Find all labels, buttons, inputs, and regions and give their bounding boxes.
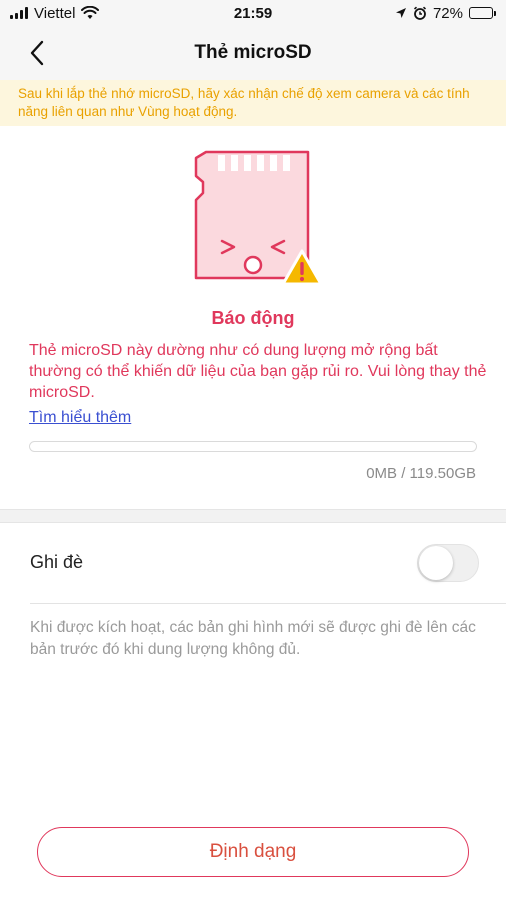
overwrite-label: Ghi đè [30, 552, 84, 572]
page-title: Thẻ microSD [194, 42, 312, 63]
overwrite-toggle[interactable] [417, 544, 479, 582]
section-divider [0, 509, 506, 523]
row-divider [30, 603, 506, 604]
navigation-bar: Thẻ microSD [0, 26, 506, 80]
alarm-icon [413, 6, 427, 20]
format-button[interactable]: Định dạng [37, 827, 469, 877]
learn-more-link[interactable]: Tìm hiểu thêm [29, 409, 131, 427]
overwrite-description: Khi được kích hoạt, các bản ghi hình mới… [30, 619, 476, 658]
storage-progress-bar [29, 441, 477, 452]
overwrite-setting-row: Ghi đè [0, 524, 506, 604]
status-bar-right: 72% [395, 5, 496, 22]
status-bar: Viettel 21:59 72% [0, 0, 506, 26]
carrier-name: Viettel [34, 4, 76, 22]
toggle-knob [419, 546, 453, 580]
info-banner: Sau khi lắp thẻ nhớ microSD, hãy xác nhậ… [0, 80, 506, 126]
microsd-card-icon [194, 150, 323, 286]
location-arrow-icon [395, 8, 406, 18]
status-bar-left: Viettel [10, 4, 100, 22]
battery-icon [469, 7, 496, 19]
storage-usage-text: 0MB / 119.50GB [366, 465, 476, 482]
signal-icon [10, 7, 28, 19]
alert-message: Thẻ microSD này dường như có dung lượng … [29, 342, 487, 401]
back-button[interactable] [20, 36, 54, 70]
back-chevron-icon [30, 40, 44, 66]
wifi-icon [81, 6, 100, 19]
battery-percent: 72% [432, 4, 463, 22]
alert-title: Báo động [211, 308, 295, 328]
